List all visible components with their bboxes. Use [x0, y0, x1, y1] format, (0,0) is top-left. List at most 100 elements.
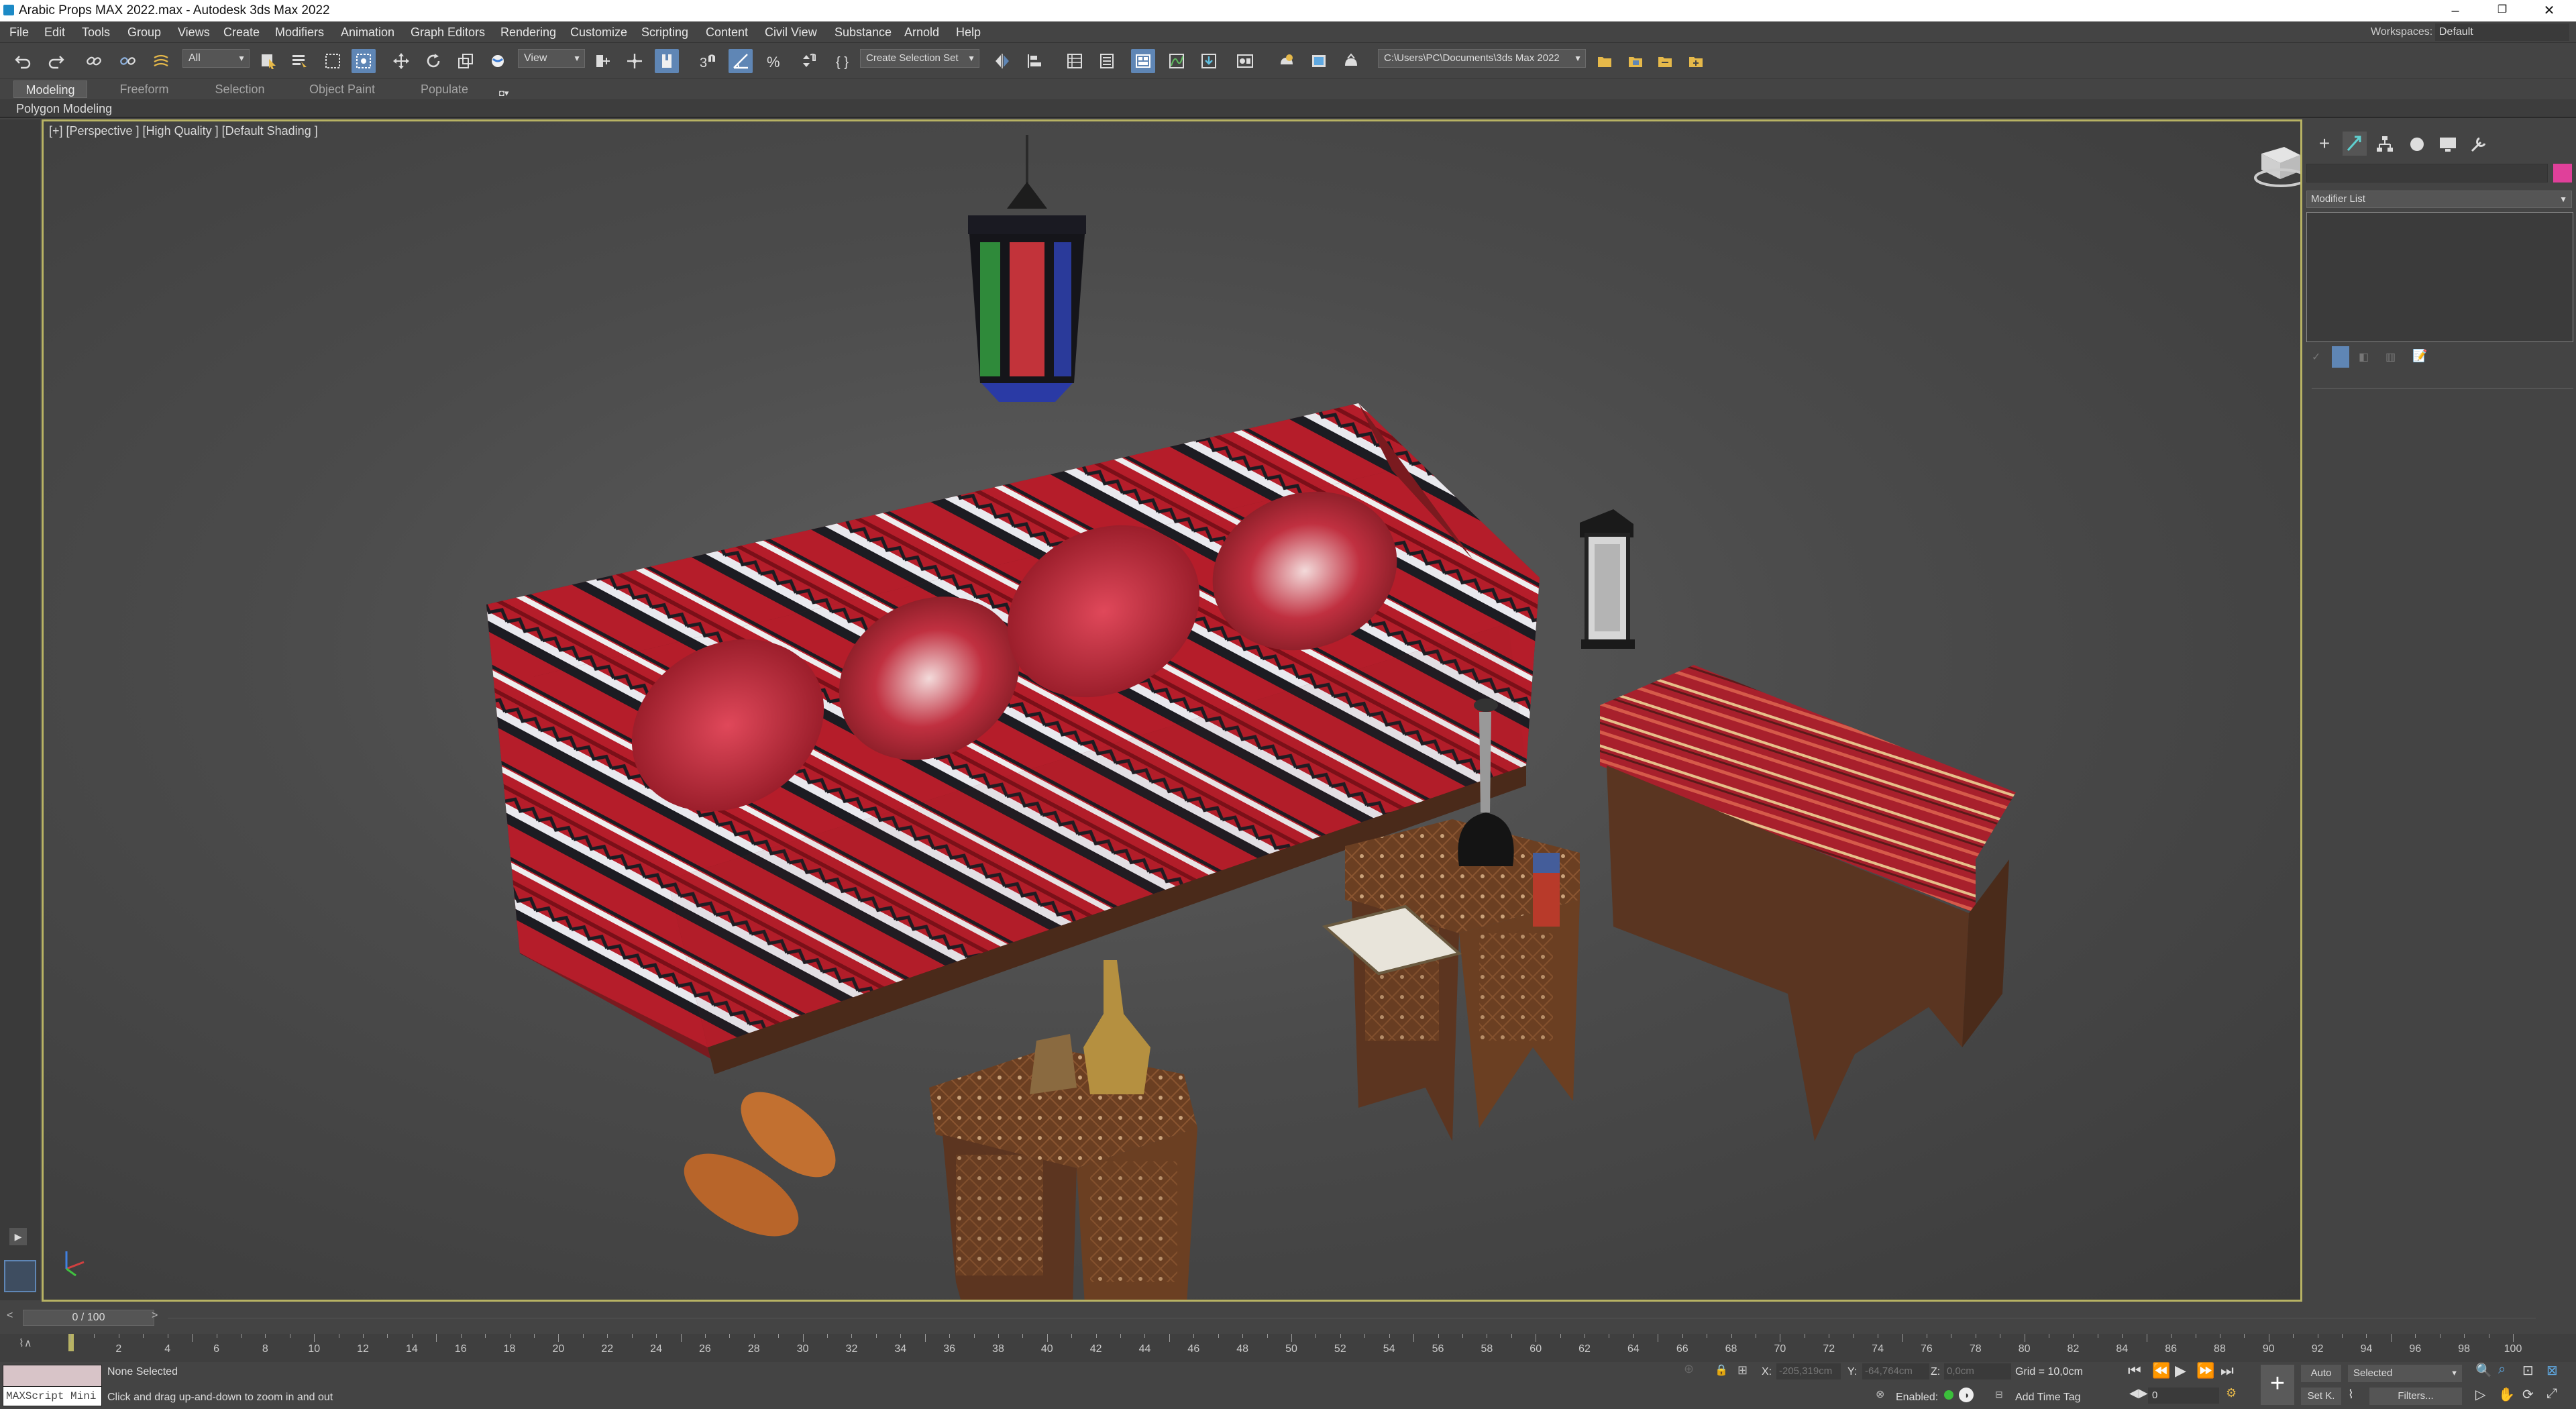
utilities-tab-icon[interactable] — [2469, 134, 2489, 154]
goto-end-icon[interactable]: ⏭ — [2220, 1362, 2234, 1379]
current-frame-field[interactable]: 0 — [2148, 1388, 2219, 1404]
adaptive-degradation-icon[interactable]: ⊗ — [1876, 1388, 1884, 1401]
toggle-ribbon-icon[interactable] — [1131, 49, 1155, 73]
menu-file[interactable]: File — [9, 21, 29, 43]
set-key-mode-button[interactable]: Set K. — [2301, 1388, 2341, 1405]
menu-help[interactable]: Help — [956, 21, 981, 43]
named-selection-set-dropdown[interactable]: Create Selection Set ▼ — [860, 49, 979, 68]
time-slider-next-icon[interactable]: > — [152, 1310, 165, 1326]
close-button[interactable]: ✕ — [2529, 0, 2569, 21]
select-rotate-icon[interactable] — [421, 49, 445, 73]
tab-populate[interactable]: Populate — [409, 81, 480, 98]
goto-start-icon[interactable]: ⏮ — [2128, 1362, 2141, 1379]
isolate-selection-icon[interactable]: ⊕ — [1684, 1362, 1694, 1376]
previous-frame-icon[interactable]: ⏪ — [2152, 1362, 2170, 1379]
select-by-name-icon[interactable] — [287, 49, 311, 73]
menu-rendering[interactable]: Rendering — [500, 21, 556, 43]
reference-coordinate-dropdown[interactable]: View ▼ — [518, 49, 585, 68]
menu-edit[interactable]: Edit — [44, 21, 65, 43]
key-filter-dropdown[interactable]: Selected ▼ — [2348, 1365, 2462, 1382]
menu-civil-view[interactable]: Civil View — [765, 21, 817, 43]
time-configuration-icon[interactable]: ⚙ — [2226, 1386, 2237, 1400]
zoom-all-icon[interactable]: ⌕ — [2498, 1362, 2506, 1377]
modify-tab-icon[interactable] — [2343, 132, 2367, 156]
zoom-extents-icon[interactable]: ⊡ — [2522, 1362, 2534, 1379]
mirror-icon[interactable] — [990, 49, 1014, 73]
set-key-button[interactable]: + — [2261, 1365, 2294, 1405]
configure-modifier-sets-icon[interactable]: 📝 — [2412, 349, 2427, 363]
make-unique-icon[interactable]: ◧ — [2359, 350, 2369, 364]
menu-group[interactable]: Group — [127, 21, 161, 43]
z-coordinate-field[interactable]: 0,0cm — [1944, 1363, 2011, 1379]
project-folder-settings-icon[interactable] — [1653, 49, 1677, 73]
tab-selection[interactable]: Selection — [201, 81, 278, 98]
rectangular-selection-icon[interactable] — [321, 49, 345, 73]
key-mode-toggle-icon[interactable]: ◀▶ — [2129, 1386, 2148, 1400]
spinner-snap-icon[interactable] — [796, 49, 820, 73]
menu-arnold[interactable]: Arnold — [904, 21, 939, 43]
selection-filter-dropdown[interactable]: All ▼ — [182, 49, 250, 68]
material-editor-icon[interactable] — [1233, 49, 1257, 73]
object-color-swatch[interactable]: #e0409a — [2553, 164, 2572, 182]
angle-snap-icon[interactable] — [729, 49, 753, 73]
viewcube[interactable] — [2254, 147, 2300, 187]
undo-icon[interactable] — [11, 49, 35, 73]
modifier-list-dropdown[interactable]: Modifier List ▼ — [2306, 191, 2572, 208]
select-manipulate-icon[interactable] — [623, 49, 647, 73]
maxscript-mini-input[interactable]: MAXScript Mini — [3, 1386, 102, 1406]
edit-named-selection-icon[interactable]: { } — [832, 49, 856, 73]
menu-create[interactable]: Create — [223, 21, 260, 43]
create-tab-icon[interactable]: + — [2314, 134, 2334, 154]
project-folder-open-icon[interactable] — [1623, 49, 1648, 73]
menu-substance[interactable]: Substance — [835, 21, 892, 43]
keyboard-shortcut-override-icon[interactable] — [655, 49, 679, 73]
menu-animation[interactable]: Animation — [341, 21, 394, 43]
layer-explorer-icon[interactable] — [1095, 49, 1119, 73]
zoom-extents-all-icon[interactable]: ⊠ — [2546, 1362, 2558, 1379]
rendered-frame-window-icon[interactable] — [1307, 49, 1331, 73]
select-object-icon[interactable] — [256, 49, 280, 73]
menu-views[interactable]: Views — [178, 21, 210, 43]
select-scale-icon[interactable] — [453, 49, 478, 73]
menu-tools[interactable]: Tools — [82, 21, 110, 43]
x-coordinate-field[interactable]: -205,319cm — [1776, 1363, 1841, 1379]
redo-icon[interactable] — [44, 49, 68, 73]
enabled-toggle[interactable]: ◑ — [1959, 1388, 1974, 1402]
selection-lock-icon[interactable]: 🔒 — [1715, 1363, 1728, 1377]
menu-content[interactable]: Content — [706, 21, 748, 43]
orbit-icon[interactable]: ⟳ — [2522, 1386, 2534, 1403]
workspace-dropdown[interactable]: Default — [2435, 23, 2569, 41]
zoom-icon[interactable]: 🔍 — [2475, 1362, 2492, 1379]
bind-spacewarp-icon[interactable] — [149, 49, 173, 73]
y-coordinate-field[interactable]: -64,764cm — [1862, 1363, 1929, 1379]
absolute-transform-icon[interactable]: ⊞ — [1737, 1363, 1748, 1377]
unlink-icon[interactable] — [115, 49, 140, 73]
select-place-icon[interactable] — [486, 49, 510, 73]
pivot-center-icon[interactable] — [590, 49, 614, 73]
hierarchy-tab-icon[interactable] — [2375, 134, 2395, 154]
expand-layouts-icon[interactable]: ▶ — [9, 1228, 27, 1245]
maximize-viewport-icon[interactable]: ⤢ — [2546, 1386, 2557, 1402]
tab-object-paint[interactable]: Object Paint — [302, 81, 382, 98]
scene-explorer-icon[interactable] — [1063, 49, 1087, 73]
key-tangent-icon[interactable]: ⌇ — [2348, 1388, 2354, 1402]
set-project-folder-icon[interactable] — [1593, 49, 1617, 73]
add-time-tag[interactable]: Add Time Tag — [2015, 1392, 2081, 1404]
play-icon[interactable]: ▶ — [2175, 1362, 2186, 1379]
render-setup-icon[interactable] — [1275, 49, 1299, 73]
minimize-button[interactable]: – — [2435, 0, 2475, 21]
display-tab-icon[interactable] — [2438, 134, 2458, 154]
motion-tab-icon[interactable] — [2407, 134, 2427, 154]
restore-button[interactable]: ❐ — [2482, 0, 2522, 21]
menu-scripting[interactable]: Scripting — [641, 21, 688, 43]
menu-graph-editors[interactable]: Graph Editors — [411, 21, 485, 43]
show-end-result-icon[interactable] — [2332, 346, 2349, 368]
percent-snap-icon[interactable]: % — [762, 49, 786, 73]
field-of-view-icon[interactable]: ▷ — [2475, 1386, 2485, 1403]
tab-freeform[interactable]: Freeform — [107, 81, 181, 98]
pin-stack-icon[interactable]: ✓ — [2312, 350, 2320, 364]
remove-modifier-icon[interactable]: ▥ — [2385, 350, 2396, 364]
schematic-view-icon[interactable] — [1197, 49, 1221, 73]
time-slider-thumb[interactable]: 0 / 100 — [23, 1310, 154, 1326]
auto-key-button[interactable]: Auto — [2301, 1365, 2341, 1382]
